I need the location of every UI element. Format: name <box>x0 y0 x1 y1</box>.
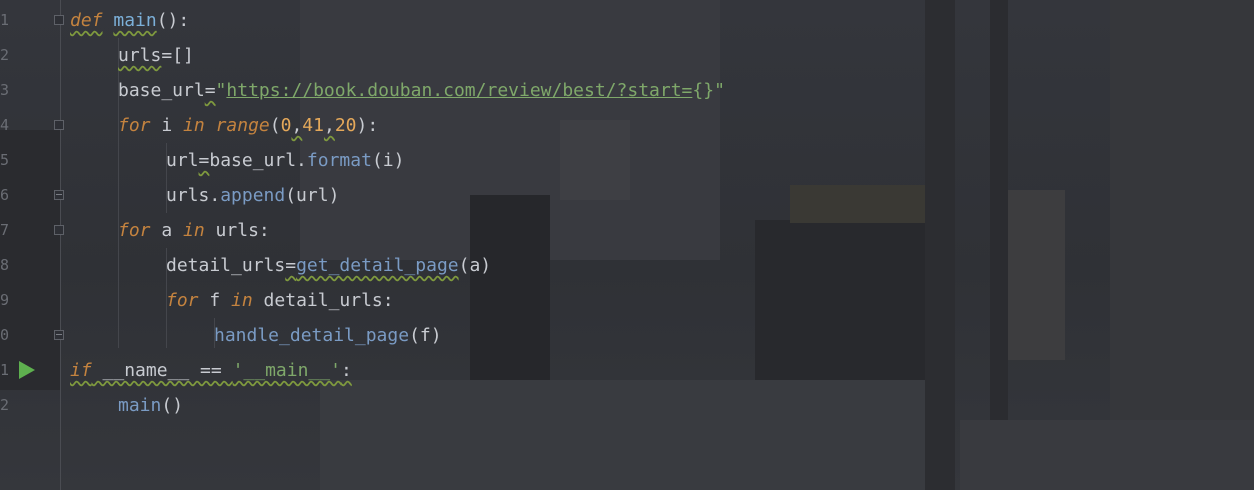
line-number: 8 <box>0 256 10 274</box>
fold-close-icon[interactable] <box>54 330 64 340</box>
url-link[interactable]: https://book.douban.com/review/best/?sta… <box>226 80 692 101</box>
line-number: 6 <box>0 186 10 204</box>
code-line[interactable]: handle_detail_page(f) <box>214 318 442 353</box>
line-number: 0 <box>0 326 10 344</box>
code-line[interactable]: def main(): <box>70 3 189 38</box>
fold-open-icon[interactable] <box>54 225 64 235</box>
line-number: 2 <box>0 46 10 64</box>
line-number: 1 <box>0 11 10 29</box>
code-line[interactable]: url=base_url.format(i) <box>166 143 404 178</box>
code-line[interactable]: base_url="https://book.douban.com/review… <box>118 73 725 108</box>
line-number: 2 <box>0 396 10 414</box>
code-line[interactable]: for a in urls: <box>118 213 270 248</box>
code-line[interactable]: urls=[] <box>118 38 194 73</box>
line-number: 9 <box>0 291 10 309</box>
fold-open-icon[interactable] <box>54 15 64 25</box>
code-line[interactable]: for i in range(0,41,20): <box>118 108 378 143</box>
run-icon[interactable] <box>19 361 35 379</box>
fold-open-icon[interactable] <box>54 120 64 130</box>
line-number: 5 <box>0 151 10 169</box>
code-line[interactable]: urls.append(url) <box>166 178 339 213</box>
code-line[interactable]: main() <box>118 388 183 423</box>
line-number: 7 <box>0 221 10 239</box>
line-number: 1 <box>0 361 10 379</box>
fold-close-icon[interactable] <box>54 190 64 200</box>
code-line[interactable]: if __name__ == '__main__': <box>70 353 352 388</box>
line-number: 4 <box>0 116 10 134</box>
code-line[interactable]: detail_urls=get_detail_page(a) <box>166 248 491 283</box>
line-number: 3 <box>0 81 10 99</box>
code-line[interactable]: for f in detail_urls: <box>166 283 394 318</box>
gutter-separator <box>60 0 61 490</box>
